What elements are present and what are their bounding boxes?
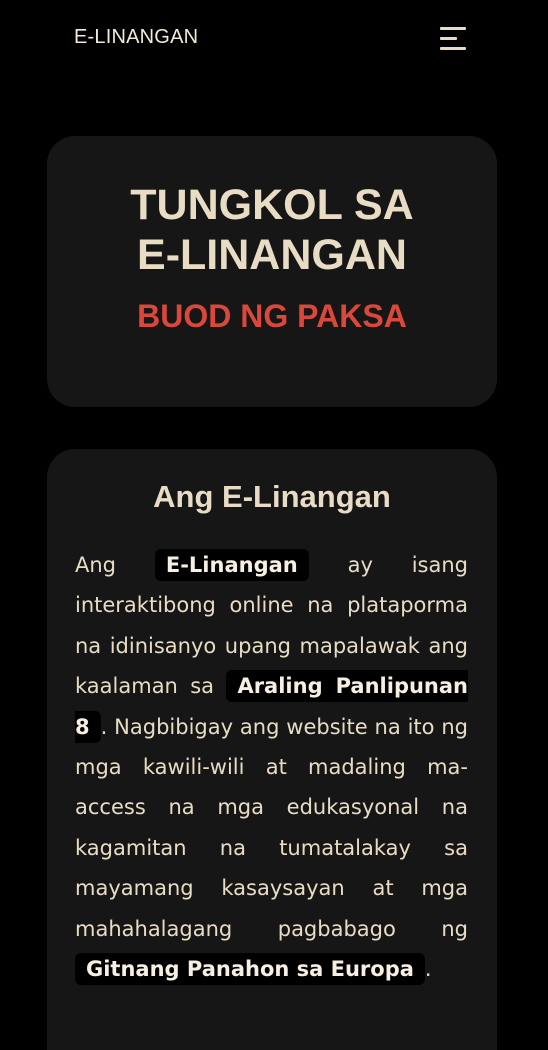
about-title: Ang E-Linangan [153, 479, 391, 514]
about-card: Ang E-Linangan Ang E-Linangan ay isang i… [47, 449, 497, 1050]
about-text-part-4: . [424, 957, 432, 982]
menu-line-top [440, 27, 466, 30]
menu-line-middle [440, 37, 457, 40]
highlight-gitnang-panahon: Gitnang Panahon sa Europa [75, 953, 425, 986]
hero-title-line-1: TUNGKOL SA [130, 181, 414, 229]
hero-subtitle: BUOD NG PAKSA [137, 298, 407, 334]
about-text-part-3: . Nagbibigay ang website na ito ng mga k… [75, 714, 468, 941]
highlight-e-linangan: E-Linangan [154, 549, 309, 581]
about-description: Ang E-Linangan ay isang interaktibong on… [75, 545, 469, 989]
hero-title: TUNGKOL SA E-LINANGAN [47, 180, 497, 280]
brand-logo-text[interactable]: E-LINANGAN [74, 26, 198, 49]
menu-line-bottom [440, 47, 466, 50]
about-text-part-1: Ang [75, 553, 155, 577]
hero-title-line-2: E-LINANGAN [137, 231, 407, 279]
top-navigation-bar: E-LINANGAN [0, 0, 548, 78]
hero-card: TUNGKOL SA E-LINANGAN BUOD NG PAKSA [47, 136, 497, 407]
hamburger-menu-icon[interactable] [436, 24, 470, 54]
